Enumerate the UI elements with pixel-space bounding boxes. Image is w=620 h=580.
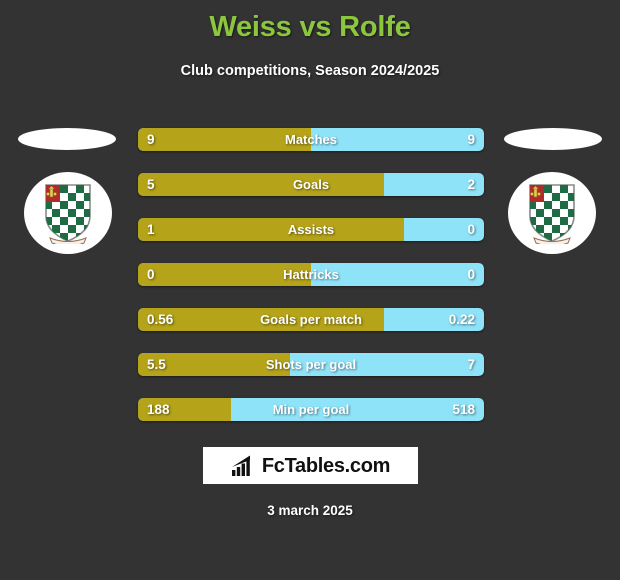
stat-row: 5.5 Shots per goal 7 (138, 353, 484, 376)
player-photo-home (18, 128, 116, 150)
stat-row: 5 Goals 2 (138, 173, 484, 196)
fctables-logo[interactable]: FcTables.com (203, 447, 418, 484)
stat-label: Assists (287, 222, 335, 237)
stat-row: 0.56 Goals per match 0.22 (138, 308, 484, 331)
stat-label: Shots per goal (265, 357, 357, 372)
shield-icon (45, 184, 91, 244)
report-date: 3 march 2025 (267, 503, 353, 518)
bar-chart-icon (231, 455, 250, 476)
player-photo-away (504, 128, 602, 150)
fctables-logo-text: FcTables.com (261, 454, 391, 477)
away-value: 0 (467, 222, 475, 237)
stats-comparison-card: Weiss vs Rolfe Club competitions, Season… (0, 0, 620, 580)
stat-label: Goals (292, 177, 330, 192)
page-subtitle: Club competitions, Season 2024/2025 (180, 63, 440, 79)
stat-label: Matches (284, 132, 338, 147)
shield-icon (529, 184, 575, 244)
away-value: 7 (467, 357, 475, 372)
club-crest-home (24, 172, 112, 254)
stat-row: 9 Matches 9 (138, 128, 484, 151)
stat-row: 0 Hattricks 0 (138, 263, 484, 286)
stat-row: 1 Assists 0 (138, 218, 484, 241)
club-crest-away (508, 172, 596, 254)
away-value: 9 (467, 132, 475, 147)
page-title: Weiss vs Rolfe (209, 11, 411, 43)
stat-row: 188 Min per goal 518 (138, 398, 484, 421)
away-value: 0.22 (448, 312, 475, 327)
stat-label: Min per goal (272, 402, 350, 417)
stat-label: Hattricks (283, 267, 339, 282)
away-value: 518 (452, 402, 475, 417)
stat-label: Goals per match (260, 312, 362, 327)
away-value: 2 (467, 177, 475, 192)
stats-list: 9 Matches 9 5 Goals 2 1 Assists 0 0 Hatt… (138, 128, 484, 443)
away-value: 0 (467, 267, 475, 282)
